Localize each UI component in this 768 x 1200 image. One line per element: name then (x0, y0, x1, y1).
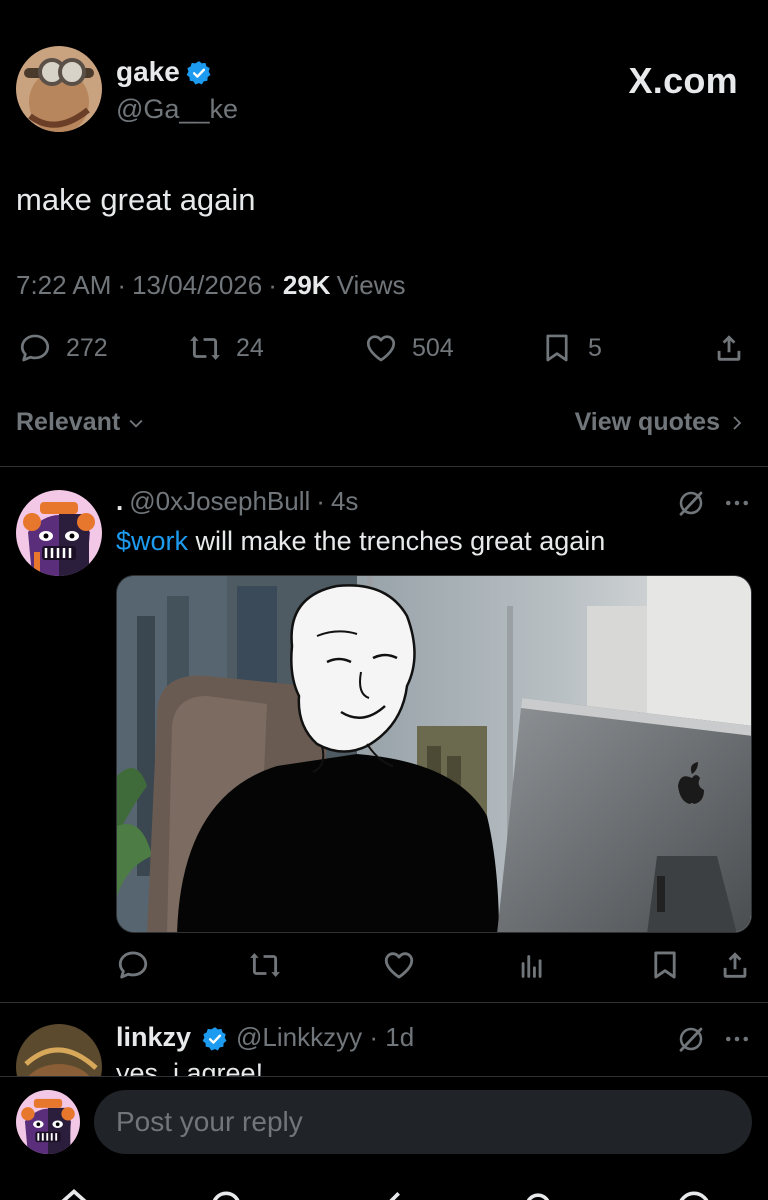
bar-chart-icon[interactable] (516, 948, 550, 982)
grok-icon[interactable] (676, 1024, 706, 1054)
reply-handle[interactable]: @0xJosephBull (129, 486, 310, 517)
speech-bubble-icon (20, 334, 50, 362)
meta-separator: · (268, 270, 277, 300)
bookmark-icon[interactable] (648, 948, 682, 982)
views-count[interactable]: 29K (283, 270, 331, 301)
reply-count: 272 (66, 333, 108, 362)
grok-icon[interactable] (676, 488, 706, 518)
cashtag-link[interactable]: $work (116, 526, 188, 556)
bookmark-icon (546, 334, 568, 362)
share-icon (717, 335, 741, 361)
reply2-handle[interactable]: @Linkkzyy (236, 1022, 362, 1052)
reply-text: $work will make the trenches great again (116, 526, 605, 557)
heart-icon[interactable] (382, 948, 416, 982)
chevron-down-icon (129, 419, 143, 428)
repost-count: 24 (236, 333, 264, 362)
views-label: Views (336, 270, 406, 300)
reply2-display-name[interactable]: linkzy (116, 1022, 191, 1053)
share-button[interactable] (712, 330, 746, 366)
repost-icon[interactable] (248, 948, 282, 982)
reply-media-image[interactable] (116, 575, 752, 933)
sort-label: Relevant (16, 408, 121, 436)
reply-display-name[interactable]: . (116, 486, 123, 517)
home-icon[interactable] (52, 1186, 96, 1200)
post-text: make great again (16, 182, 256, 217)
divider (0, 466, 768, 467)
view-quotes-link[interactable]: View quotes (575, 408, 746, 437)
reply-time[interactable]: 4s (331, 486, 358, 517)
grok-icon[interactable] (362, 1186, 406, 1200)
author-avatar[interactable] (16, 46, 102, 132)
reply2-time[interactable]: 1d (385, 1022, 414, 1052)
reply-avatar[interactable] (16, 490, 102, 576)
verified-badge-icon (202, 1027, 227, 1051)
brand-logo: X.com (628, 60, 738, 101)
more-icon[interactable] (722, 1024, 752, 1054)
notifications-icon[interactable] (516, 1186, 560, 1200)
author-handle[interactable]: @Ga__ke (116, 94, 238, 125)
repost-icon (190, 335, 220, 361)
messages-icon[interactable] (672, 1186, 716, 1200)
meta-separator: · (117, 270, 127, 300)
bookmark-button[interactable]: 5 (540, 330, 602, 366)
post-meta: 7:22 AM · 13/04/2026 · 29K Views (16, 270, 405, 301)
like-button[interactable]: 504 (364, 330, 454, 366)
reply-button[interactable]: 272 (18, 330, 108, 366)
reply-input[interactable] (94, 1090, 752, 1154)
reply-header: . @0xJosephBull · 4s (116, 486, 358, 517)
post-date: 13/04/2026 (132, 270, 263, 300)
bookmark-count: 5 (588, 333, 602, 362)
sort-dropdown[interactable]: Relevant (16, 408, 146, 437)
more-icon[interactable] (722, 488, 752, 518)
like-count: 504 (412, 333, 454, 362)
view-quotes-label: View quotes (574, 408, 720, 436)
post-time: 7:22 AM (16, 270, 112, 300)
chevron-right-icon (733, 415, 742, 430)
share-icon[interactable] (718, 948, 752, 982)
composer-avatar[interactable] (16, 1090, 80, 1154)
meta-separator: · (316, 486, 325, 516)
divider (0, 1002, 768, 1003)
repost-button[interactable]: 24 (188, 330, 264, 366)
reply2-text: yes, i agree! (116, 1058, 264, 1076)
speech-bubble-icon[interactable] (116, 948, 150, 982)
reply-body: will make the trenches great again (188, 526, 606, 556)
search-icon[interactable] (206, 1186, 250, 1200)
heart-icon (366, 335, 396, 362)
verified-badge-icon (186, 61, 211, 85)
reply2-meta: @Linkkzyy · 1d (236, 1022, 414, 1053)
meta-separator: · (369, 1022, 378, 1052)
author-name[interactable]: gake (116, 56, 180, 88)
